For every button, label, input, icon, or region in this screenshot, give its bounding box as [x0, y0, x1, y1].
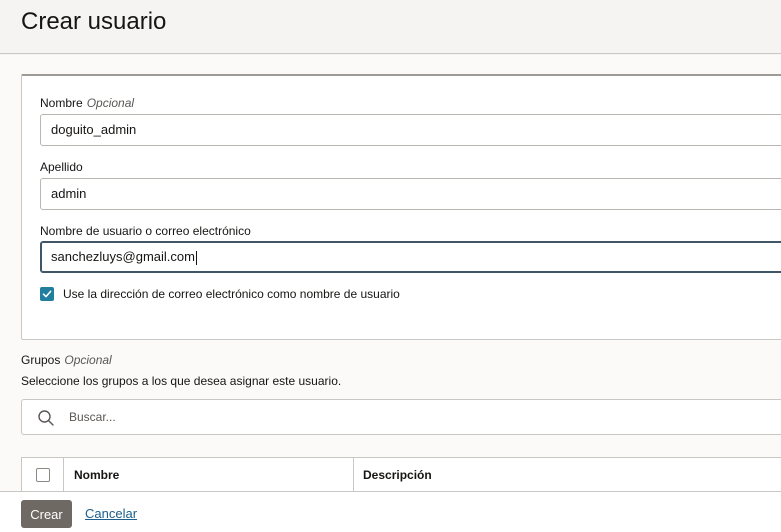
groups-table: Nombre Descripción — [21, 457, 781, 492]
groups-label: Grupos Opcional — [21, 353, 112, 367]
groups-description: Seleccione los grupos a los que desea as… — [21, 374, 342, 388]
optional-tag: Opcional — [64, 353, 112, 367]
checkmark-icon — [42, 290, 52, 298]
select-all-checkbox[interactable] — [36, 468, 50, 482]
first-name-input[interactable]: doguito_admin — [40, 114, 781, 146]
last-name-input[interactable]: admin — [40, 178, 781, 210]
use-email-checkbox[interactable] — [40, 287, 54, 301]
action-footer: Crear Cancelar — [0, 491, 781, 532]
user-details-card: Nombre Opcional doguito_admin Apellido ad… — [21, 74, 781, 340]
last-name-label: Apellido — [40, 160, 83, 174]
search-placeholder: Buscar... — [69, 410, 116, 424]
optional-tag: Opcional — [86, 96, 135, 110]
page-title: Crear usuario — [21, 8, 167, 35]
search-icon — [38, 410, 54, 426]
use-email-checkbox-row[interactable]: Use la dirección de correo electrónico c… — [40, 286, 400, 302]
text-caret — [195, 250, 197, 265]
create-button[interactable]: Crear — [21, 500, 72, 528]
username-input[interactable]: sanchezluys@gmail.com — [40, 241, 781, 273]
column-header-name[interactable]: Nombre — [74, 458, 119, 492]
use-email-checkbox-label[interactable]: Use la dirección de correo electrónico c… — [63, 287, 400, 301]
select-all-cell — [22, 458, 64, 492]
first-name-label: Nombre Opcional — [40, 96, 135, 110]
column-divider — [353, 458, 354, 492]
cancel-link[interactable]: Cancelar — [85, 506, 137, 521]
username-label: Nombre de usuario o correo electrónico — [40, 224, 251, 238]
form-content: Nombre Opcional doguito_admin Apellido ad… — [0, 55, 781, 492]
column-header-description[interactable]: Descripción — [363, 458, 432, 492]
page-header: Crear usuario — [0, 0, 781, 54]
groups-search-input[interactable]: Buscar... — [21, 399, 781, 435]
